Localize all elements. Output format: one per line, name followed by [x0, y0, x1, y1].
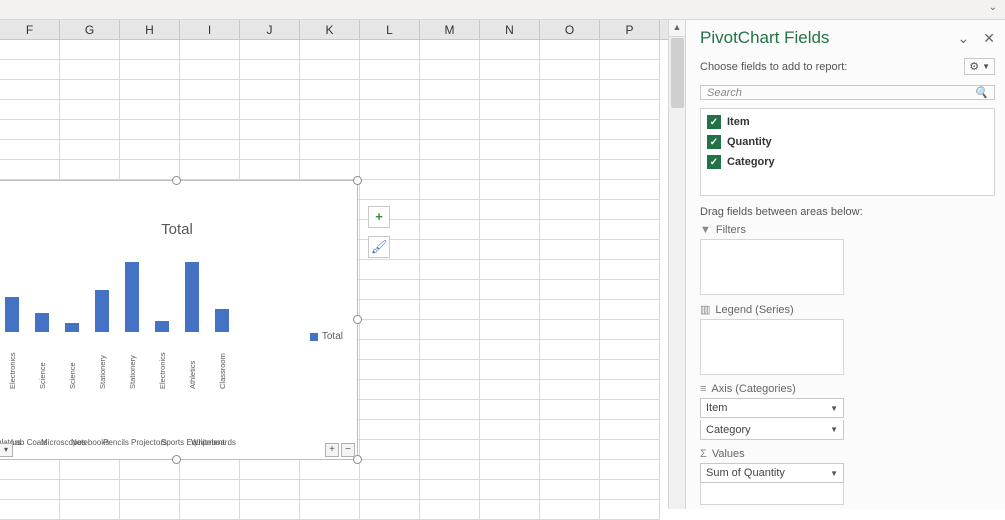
values-area-item[interactable]: Sum of Quantity▼ [700, 463, 844, 483]
values-icon: Σ [700, 448, 707, 460]
col-header[interactable]: P [600, 20, 660, 39]
bar-group-label: Electronics [8, 337, 17, 389]
col-header[interactable]: H [120, 20, 180, 39]
chart-bar[interactable] [155, 321, 169, 332]
chart-bar[interactable] [35, 313, 49, 332]
chevron-down-icon: ▼ [830, 469, 838, 478]
filter-button[interactable]: ▾ [0, 443, 13, 457]
search-icon: 🔍 [974, 86, 988, 99]
chart-bar[interactable] [95, 290, 109, 332]
bar-category-label: Microscopes [41, 438, 71, 447]
scroll-up-arrow-icon[interactable]: ▲ [669, 20, 685, 37]
expand-button[interactable]: + [325, 443, 339, 457]
filters-area-label: Filters [716, 224, 746, 236]
values-area-label: Values [712, 448, 745, 460]
legend-area-label: Legend (Series) [715, 304, 793, 316]
bar-group-label: Stationery [98, 337, 107, 389]
legend-area[interactable] [700, 319, 844, 375]
pane-subtitle: Choose fields to add to report: [700, 61, 847, 73]
field-label: Quantity [727, 136, 772, 148]
field-label: Item [727, 116, 750, 128]
legend-label: Total [322, 331, 343, 342]
bar-group-label: Electronics [158, 337, 167, 389]
close-icon[interactable]: ✕ [983, 30, 995, 47]
checkbox-checked-icon[interactable]: ✓ [707, 155, 721, 169]
checkbox-checked-icon[interactable]: ✓ [707, 115, 721, 129]
pivotchart-fields-pane: PivotChart Fields ⌄ ✕ Choose fields to a… [685, 20, 1005, 509]
col-header[interactable]: G [60, 20, 120, 39]
bar-group-label: Athletics [188, 337, 197, 389]
chart-title[interactable]: Total [0, 221, 357, 238]
col-header[interactable]: J [240, 20, 300, 39]
chevron-down-icon: ▼ [830, 425, 838, 434]
vertical-scrollbar[interactable]: ▲ [668, 20, 685, 509]
col-header[interactable]: O [540, 20, 600, 39]
axis-area-item[interactable]: Item▼ [700, 398, 844, 418]
formula-bar-expand-icon[interactable]: ⌄ [989, 2, 997, 13]
gear-icon: ⚙ [969, 60, 979, 73]
values-area[interactable] [700, 483, 844, 505]
drag-instruction: Drag fields between areas below: [700, 206, 995, 218]
column-headers: F G H I J K L M N O P [0, 20, 685, 40]
filter-icon: ▼ [700, 224, 711, 236]
field-list[interactable]: ✓ Item ✓ Quantity ✓ Category [700, 108, 995, 196]
bar-category-label: Notebooks [71, 438, 101, 447]
bar-category-label: Pencils [101, 438, 131, 447]
axis-icon: ≡ [700, 383, 706, 395]
bar-category-label: Sports Equipment [161, 438, 191, 447]
bar-group-label: Science [38, 337, 47, 389]
field-item[interactable]: ✓ Item [707, 115, 988, 129]
col-header[interactable]: K [300, 20, 360, 39]
chart-plot-area[interactable]: Electronics Science Science Stationery Stati… [0, 261, 297, 421]
field-item[interactable]: ✓ Category [707, 155, 988, 169]
chart-elements-button[interactable]: + [368, 206, 390, 228]
col-header[interactable]: M [420, 20, 480, 39]
chart-legend[interactable]: Total [310, 331, 343, 342]
col-header[interactable]: N [480, 20, 540, 39]
chart-bar[interactable] [65, 323, 79, 332]
pane-title: PivotChart Fields [700, 28, 829, 48]
axis-area-label: Axis (Categories) [711, 383, 795, 395]
resize-handle[interactable] [353, 176, 362, 185]
bar-category-label: Lab Coats [11, 438, 41, 447]
brush-icon: 🖌 [371, 239, 388, 254]
pane-options-button[interactable]: ⚙ ▼ [964, 58, 995, 75]
search-input[interactable]: Search 🔍 [700, 85, 995, 100]
resize-handle[interactable] [172, 176, 181, 185]
plus-icon: + [375, 209, 383, 224]
bar-group-label: Classroom [218, 337, 227, 389]
bar-category-label: Projectors [131, 438, 161, 447]
legend-swatch-icon [310, 333, 318, 341]
chart-bar[interactable] [125, 262, 139, 332]
chart-styles-button[interactable]: 🖌 [368, 236, 390, 258]
pane-collapse-icon[interactable]: ⌄ [958, 30, 970, 47]
chart-bar[interactable] [215, 309, 229, 332]
field-label: Category [727, 156, 775, 168]
pivot-chart[interactable]: Total Electronics Science Science Stationer… [0, 180, 358, 460]
filters-area[interactable] [700, 239, 844, 295]
resize-handle[interactable] [172, 455, 181, 464]
formula-bar: ⌄ [0, 0, 1005, 20]
legend-icon: ▥ [700, 303, 710, 316]
chart-bar[interactable] [185, 262, 199, 332]
field-item[interactable]: ✓ Quantity [707, 135, 988, 149]
scroll-thumb[interactable] [671, 38, 684, 108]
col-header[interactable]: I [180, 20, 240, 39]
chevron-down-icon: ▼ [830, 404, 838, 413]
checkbox-checked-icon[interactable]: ✓ [707, 135, 721, 149]
chevron-down-icon: ▼ [982, 62, 990, 71]
bar-group-label: Stationery [128, 337, 137, 389]
worksheet[interactable]: F G H I J K L M N O P ▲ Total Electron [0, 20, 685, 509]
bar-group-label: Science [68, 337, 77, 389]
bar-category-label: Whiteboards [191, 438, 221, 447]
search-placeholder: Search [707, 87, 742, 99]
resize-handle[interactable] [353, 315, 362, 324]
col-header[interactable]: L [360, 20, 420, 39]
axis-area-item[interactable]: Category▼ [700, 420, 844, 440]
col-header[interactable]: F [0, 20, 60, 39]
chart-bar[interactable] [5, 297, 19, 332]
collapse-button[interactable]: − [341, 443, 355, 457]
